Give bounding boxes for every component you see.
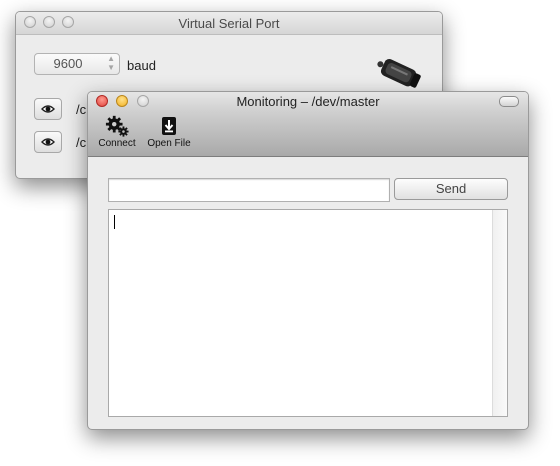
monitoring-titlebar[interactable]: Monitoring – /dev/master — [88, 92, 528, 112]
serial-output-area[interactable] — [108, 209, 508, 417]
connect-button[interactable]: Connect — [97, 114, 137, 149]
port-path-2: /c — [76, 135, 87, 150]
open-file-button[interactable]: Open File — [145, 114, 193, 149]
vsp-window-title: Virtual Serial Port — [178, 16, 280, 31]
output-scrollbar[interactable] — [492, 210, 507, 416]
serial-connector-icon — [377, 58, 421, 88]
connect-label: Connect — [98, 138, 136, 149]
toolbar-toggle-button[interactable] — [499, 96, 519, 107]
send-button[interactable]: Send — [394, 178, 508, 200]
monitoring-window-title: Monitoring – /dev/master — [236, 94, 380, 109]
open-file-label: Open File — [147, 138, 191, 149]
toolbar: Connect Open File — [88, 112, 528, 157]
download-arrow-icon — [162, 117, 176, 135]
vsp-titlebar[interactable]: Virtual Serial Port — [16, 12, 442, 35]
baud-rate-stepper[interactable]: 9600 ▲ ▼ — [34, 53, 120, 75]
text-caret — [114, 215, 115, 229]
gears-icon — [105, 115, 129, 137]
monitoring-window: Monitoring – /dev/master Connect Open Fi… — [87, 91, 529, 430]
eye-icon — [41, 105, 55, 113]
monitor-port-button-1[interactable] — [34, 98, 62, 120]
baud-rate-value: 9600 — [53, 56, 83, 71]
port-path-1: /c — [76, 102, 87, 117]
baud-label: baud — [127, 58, 156, 73]
eye-icon — [41, 138, 55, 146]
send-text-input[interactable] — [108, 178, 390, 202]
monitor-port-button-2[interactable] — [34, 131, 62, 153]
stepper-arrows-icon[interactable]: ▲ ▼ — [107, 54, 115, 72]
